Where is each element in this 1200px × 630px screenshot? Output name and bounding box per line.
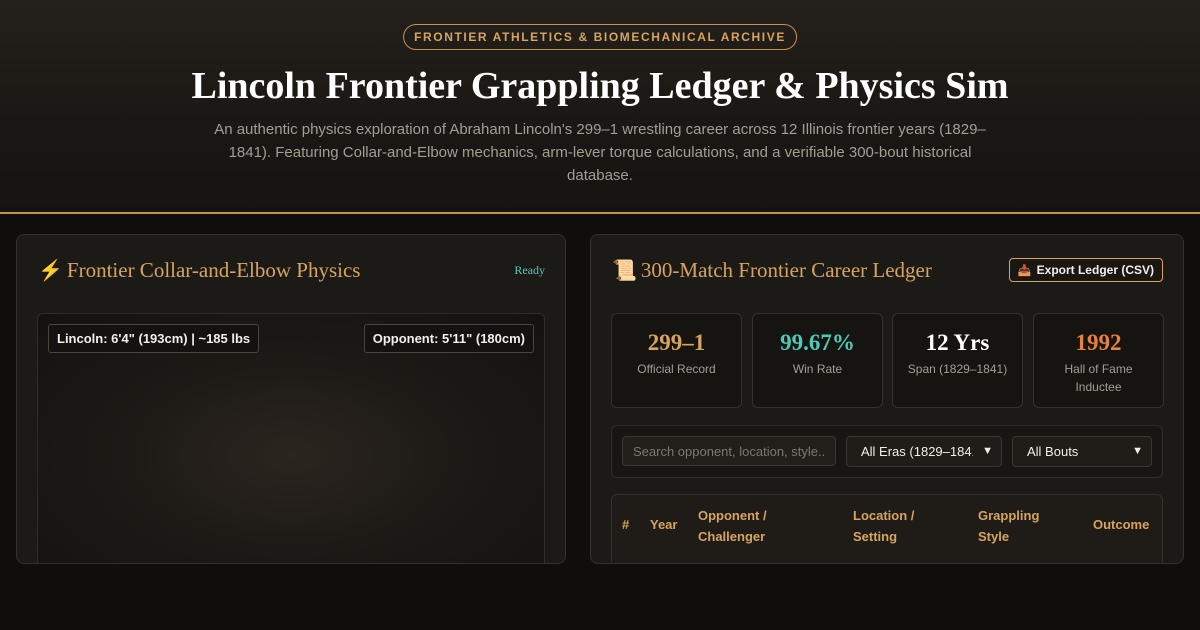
stat-label: Span (1829–1841) xyxy=(907,362,1008,376)
physics-panel-title: ⚡ Frontier Collar-and-Elbow Physics xyxy=(38,258,360,283)
stat-value: 99.67% xyxy=(780,330,855,355)
stat-card-hall-of-fame: 1992 Hall of Fame Inductee xyxy=(1033,313,1164,408)
stat-label: Official Record xyxy=(637,362,716,376)
chevron-down-icon: ▼ xyxy=(982,445,993,457)
stat-value: 299–1 xyxy=(647,330,706,355)
career-stats: 299–1 Official Record 99.67% Win Rate 12… xyxy=(611,313,1164,408)
physics-sim-canvas[interactable]: Lincoln: 6'4" (193cm) | ~185 lbs Opponen… xyxy=(37,313,545,563)
column-header-location[interactable]: Location / Setting xyxy=(853,505,943,547)
ledger-filters: All Eras (1829–1841) ▼ All Bouts ▼ xyxy=(611,425,1163,478)
page-header: FRONTIER ATHLETICS & BIOMECHANICAL ARCHI… xyxy=(0,0,1200,214)
era-filter-select[interactable]: All Eras (1829–1841) ▼ xyxy=(846,436,1002,467)
physics-panel: ⚡ Frontier Collar-and-Elbow Physics Ready… xyxy=(16,234,566,564)
column-header-number[interactable]: # xyxy=(622,514,629,535)
scroll-icon: 📜 xyxy=(612,260,637,282)
sim-status-label: Ready xyxy=(514,263,545,277)
bout-filter-select[interactable]: All Bouts ▼ xyxy=(1012,436,1152,467)
ledger-table: # Year Opponent / Challenger Location / … xyxy=(611,494,1163,563)
physics-panel-title-text: Frontier Collar-and-Elbow Physics xyxy=(66,258,361,282)
chevron-down-icon: ▼ xyxy=(1132,445,1143,457)
ledger-panel-title-text: 300-Match Frontier Career Ledger xyxy=(640,258,932,282)
column-header-style[interactable]: Grappling Style xyxy=(978,505,1058,547)
column-header-outcome[interactable]: Outcome xyxy=(1093,514,1149,535)
inbox-tray-icon: 📥 xyxy=(1017,265,1032,277)
export-ledger-label: Export Ledger (CSV) xyxy=(1036,263,1154,277)
stat-label: Hall of Fame Inductee xyxy=(1064,362,1133,394)
stat-card-span: 12 Yrs Span (1829–1841) xyxy=(892,313,1023,408)
ledger-panel: 📜 300-Match Frontier Career Ledger 📥 Expo… xyxy=(590,234,1184,564)
stat-value: 1992 xyxy=(1075,330,1122,355)
ledger-panel-title: 📜 300-Match Frontier Career Ledger xyxy=(612,258,932,283)
stat-card-record: 299–1 Official Record xyxy=(611,313,742,408)
stat-label: Win Rate xyxy=(792,362,843,376)
page-description: An authentic physics exploration of Abra… xyxy=(214,121,986,184)
export-ledger-button[interactable]: 📥 Export Ledger (CSV) xyxy=(1008,258,1163,282)
lightning-icon: ⚡ xyxy=(38,260,63,282)
stat-card-win-rate: 99.67% Win Rate xyxy=(752,313,883,408)
stat-value: 12 Yrs xyxy=(925,330,990,355)
column-header-year[interactable]: Year xyxy=(650,514,677,535)
era-filter-value: All Eras (1829–1841) xyxy=(861,444,973,459)
column-header-opponent[interactable]: Opponent / Challenger xyxy=(698,505,808,547)
lincoln-stats-tag: Lincoln: 6'4" (193cm) | ~185 lbs xyxy=(48,324,260,353)
search-input[interactable] xyxy=(622,436,836,466)
bout-filter-value: All Bouts xyxy=(1027,444,1079,459)
archive-kicker-badge: FRONTIER ATHLETICS & BIOMECHANICAL ARCHI… xyxy=(403,24,797,50)
page-title: Lincoln Frontier Grappling Ledger & Phys… xyxy=(191,65,1009,107)
opponent-stats-tag: Opponent: 5'11" (180cm) xyxy=(363,324,534,353)
